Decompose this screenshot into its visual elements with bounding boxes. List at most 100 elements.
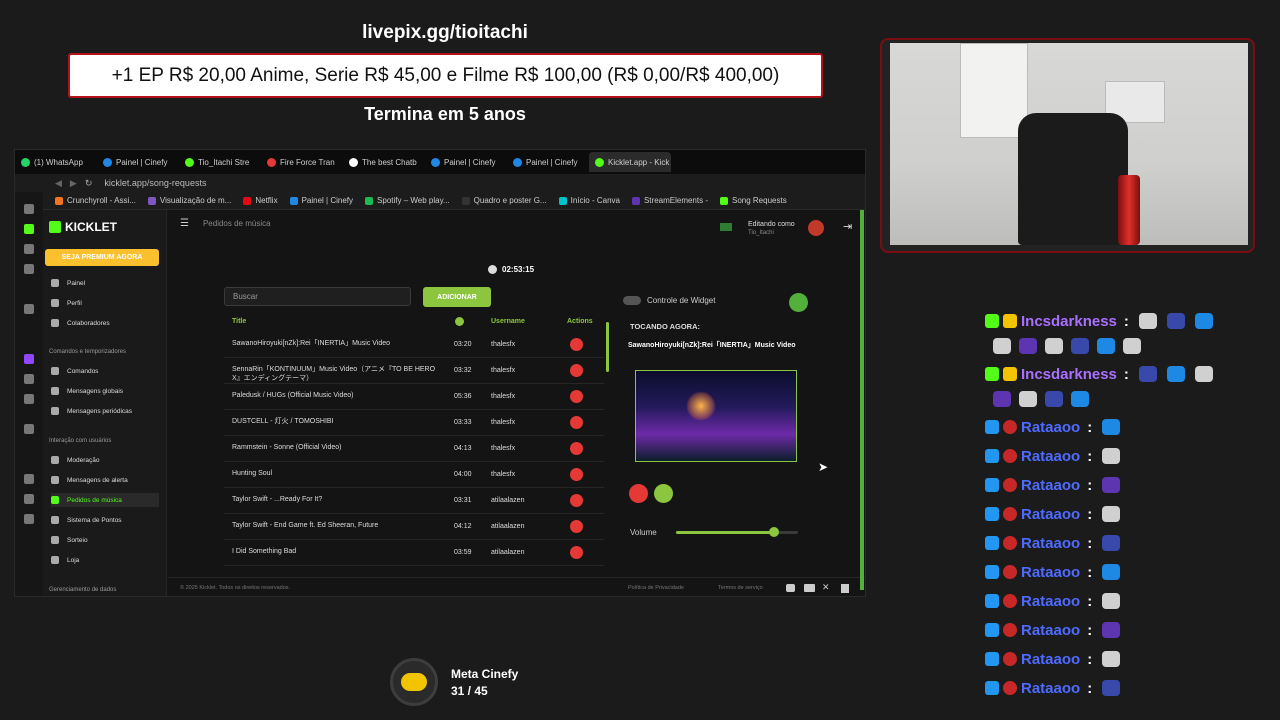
- sidebar-item-colaboradores[interactable]: Colaboradores: [51, 316, 159, 330]
- table-row[interactable]: Taylor Swift - ...Ready For It? 03:31 atil…: [224, 488, 604, 514]
- sidebar-app-icon[interactable]: [24, 304, 34, 314]
- delete-icon[interactable]: [570, 520, 583, 533]
- table-row[interactable]: Rammstein - Sonne (Official Video) 04:13 t…: [224, 436, 604, 462]
- delete-icon[interactable]: [570, 494, 583, 507]
- song-duration: 03:20: [454, 341, 472, 348]
- table-row[interactable]: Taylor Swift - End Game ft. Ed Sheeran, …: [224, 514, 604, 540]
- browser-tab[interactable]: Tio_Itachi Stre: [179, 152, 261, 172]
- column-title[interactable]: Title: [232, 318, 246, 325]
- discord-icon[interactable]: [786, 584, 795, 592]
- kicklet-app: KICKLET SEJA PREMIUM AGORA Painel Perfil…: [43, 210, 865, 596]
- bookmark-item[interactable]: Crunchyroll - Assi...: [55, 196, 136, 205]
- footer-terms-link[interactable]: Termos de serviço: [718, 585, 763, 591]
- kicklet-logo[interactable]: KICKLET: [49, 220, 117, 234]
- kick-icon[interactable]: [804, 584, 815, 592]
- sidebar-app-icon[interactable]: [24, 424, 34, 434]
- browser-tab[interactable]: The best Chatb: [343, 152, 425, 172]
- sidebar-app-icon[interactable]: [24, 514, 34, 524]
- volume-slider-handle[interactable]: [768, 527, 779, 537]
- footer-privacy-link[interactable]: Política de Privacidade: [628, 585, 684, 591]
- kick-icon[interactable]: [24, 224, 34, 234]
- skip-button[interactable]: [654, 484, 673, 503]
- twitch-icon[interactable]: [24, 354, 34, 364]
- browser-tab[interactable]: Kicklet.app - Kick Cha: [589, 152, 671, 172]
- duration-column-icon[interactable]: [455, 317, 464, 326]
- premium-button[interactable]: SEJA PREMIUM AGORA: [45, 249, 159, 266]
- delete-icon[interactable]: [570, 546, 583, 559]
- user-badge-icon: [985, 652, 999, 666]
- url-text[interactable]: kicklet.app/song-requests: [104, 178, 206, 188]
- delete-icon[interactable]: [570, 468, 583, 481]
- page-scrollbar[interactable]: [860, 210, 864, 590]
- logout-icon[interactable]: ⇥: [843, 220, 852, 233]
- bookmark-item[interactable]: Song Requests: [720, 196, 787, 205]
- chat-emote-icon: [1102, 448, 1121, 464]
- add-button[interactable]: ADICIONAR: [423, 287, 491, 307]
- sidebar-item-comandos[interactable]: Comandos: [51, 364, 159, 378]
- sidebar-item-perfil[interactable]: Perfil: [51, 296, 159, 310]
- chat-username: Rataaoo: [1021, 505, 1081, 523]
- delete-icon[interactable]: [570, 338, 583, 351]
- search-input[interactable]: Buscar: [224, 287, 411, 306]
- widget-toggle-switch[interactable]: [623, 296, 641, 305]
- delete-icon[interactable]: [570, 416, 583, 429]
- bookmark-item[interactable]: Quadro e poster G...: [461, 196, 547, 205]
- delete-icon[interactable]: [570, 390, 583, 403]
- avatar[interactable]: [808, 220, 824, 236]
- browser-tab[interactable]: (1) WhatsApp: [15, 152, 97, 172]
- table-row[interactable]: I Did Something Bad 03:59 atilaalazen: [224, 540, 604, 566]
- column-username[interactable]: Username: [491, 318, 525, 325]
- x-icon[interactable]: [24, 374, 34, 384]
- stop-button[interactable]: [629, 484, 648, 503]
- address-bar[interactable]: ◀ ▶ ↻ kicklet.app/song-requests: [15, 174, 865, 192]
- reload-icon[interactable]: ↻: [85, 178, 93, 189]
- menu-toggle-icon[interactable]: ☰: [180, 218, 189, 229]
- bookmark-item[interactable]: Início - Canva: [558, 196, 620, 205]
- bookmark-item[interactable]: Visualização de m...: [147, 196, 231, 205]
- delete-icon[interactable]: [570, 364, 583, 377]
- forward-icon[interactable]: ▶: [70, 178, 77, 189]
- table-row[interactable]: Hunting Soul 04:00 thalesfx: [224, 462, 604, 488]
- chat-username: Rataaoo: [1021, 650, 1081, 668]
- sidebar-app-icon[interactable]: [24, 244, 34, 254]
- sidebar-item-sorteio[interactable]: Sorteio: [51, 533, 159, 547]
- browser-tab[interactable]: Fire Force Tran: [261, 152, 343, 172]
- table-row[interactable]: DUSTCELL - 灯火 / TOMOSHIBI 03:33 thalesfx: [224, 410, 604, 436]
- table-row[interactable]: SennaRin「KONTINUUM」Music Video（アニメ『TO BE…: [224, 358, 604, 384]
- sidebar-item-pontos[interactable]: Sistema de Pontos: [51, 513, 159, 527]
- flag-icon[interactable]: [720, 223, 732, 231]
- sidebar-app-icon[interactable]: [24, 204, 34, 214]
- bookmark-item[interactable]: Spotify – Web play...: [365, 196, 450, 205]
- sidebar-app-icon[interactable]: [24, 264, 34, 274]
- table-row[interactable]: Paledusk / HUGs (Official Music Video) 05…: [224, 384, 604, 410]
- back-icon[interactable]: ◀: [55, 178, 62, 189]
- sidebar-app-icon[interactable]: [24, 494, 34, 504]
- bookmark-item[interactable]: StreamElements -: [631, 196, 708, 205]
- sidebar-item-pedidos-musica[interactable]: Pedidos de música: [51, 493, 159, 507]
- sidebar-item-alertas[interactable]: Mensagens de alerta: [51, 473, 159, 487]
- sidebar-item-mensagens-globais[interactable]: Mensagens globais: [51, 384, 159, 398]
- sidebar-app-icon[interactable]: [24, 474, 34, 484]
- document-icon[interactable]: [841, 584, 849, 593]
- chat-message: Rataaoo:: [985, 675, 1121, 701]
- table-scrollbar[interactable]: [606, 322, 609, 372]
- red-lamp: [1118, 175, 1140, 245]
- sidebar-item-loja[interactable]: Loja: [51, 553, 159, 567]
- sidebar-item-moderacao[interactable]: Moderação: [51, 453, 159, 467]
- sidebar-item-mensagens-periodicas[interactable]: Mensagens periódicas: [51, 404, 159, 418]
- table-row[interactable]: SawanoHiroyuki[nZk]:Rei「INERTIA」Music Vi…: [224, 332, 604, 358]
- user-badge-icon: [1003, 314, 1017, 328]
- widget-status-button[interactable]: [789, 293, 808, 312]
- chat-separator: :: [1087, 679, 1093, 697]
- delete-icon[interactable]: [570, 442, 583, 455]
- sidebar-app-icon[interactable]: [24, 394, 34, 404]
- sidebar-item-painel[interactable]: Painel: [51, 276, 159, 290]
- video-thumbnail[interactable]: [635, 370, 797, 462]
- widget-control[interactable]: Controle de Widget: [623, 296, 715, 305]
- x-icon[interactable]: ✕: [822, 582, 830, 593]
- browser-tab[interactable]: Painel | Cinefy: [507, 152, 589, 172]
- bookmark-item[interactable]: Netflix: [243, 196, 278, 205]
- browser-tab[interactable]: Painel | Cinefy: [97, 152, 179, 172]
- bookmark-item[interactable]: Painel | Cinefy: [289, 196, 353, 205]
- browser-tab[interactable]: Painel | Cinefy: [425, 152, 507, 172]
